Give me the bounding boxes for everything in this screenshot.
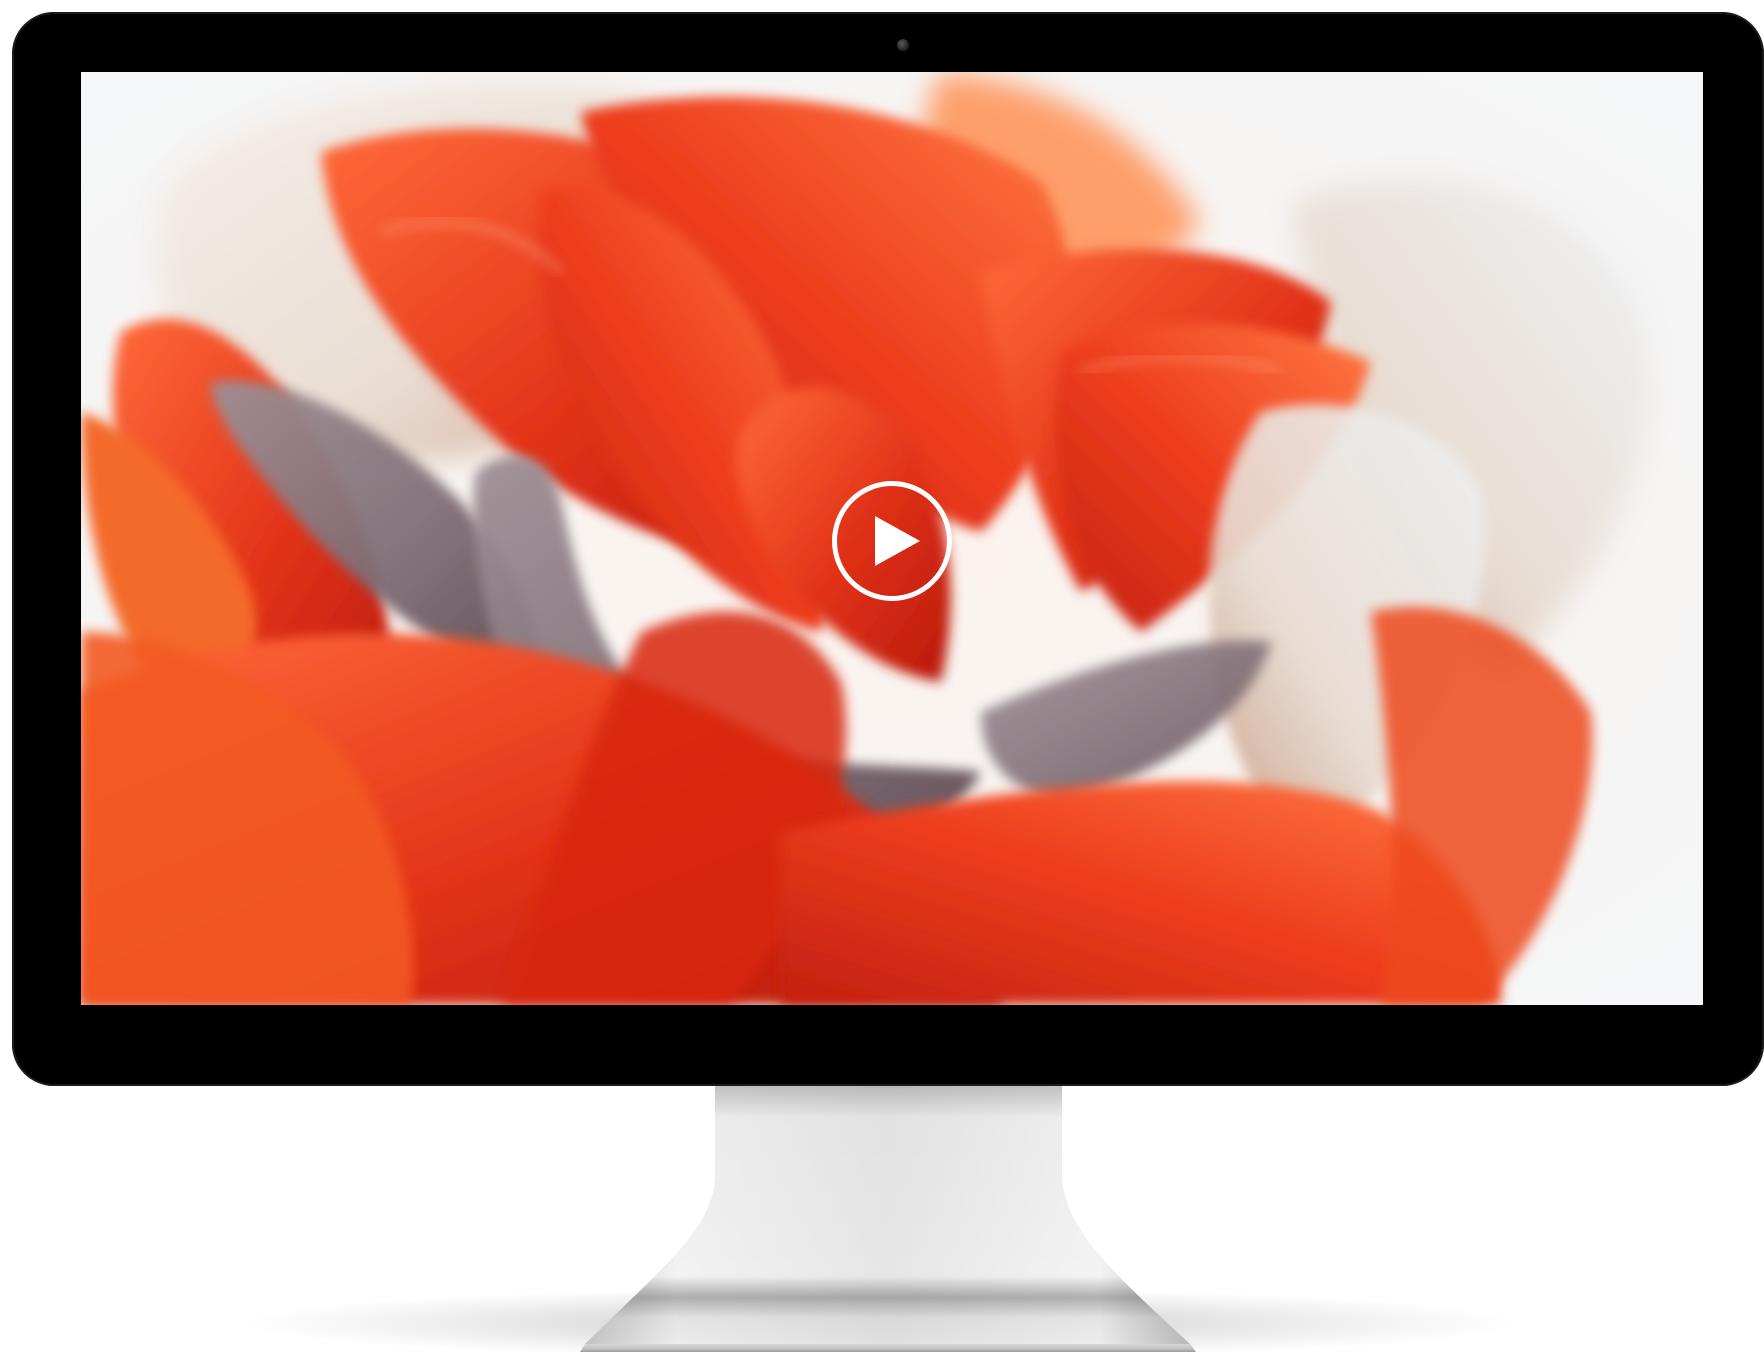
camera-icon [897,39,909,51]
monitor-mockup [0,0,1764,1352]
monitor-screen [81,72,1703,1005]
play-icon [875,516,920,566]
play-button[interactable] [832,481,952,601]
